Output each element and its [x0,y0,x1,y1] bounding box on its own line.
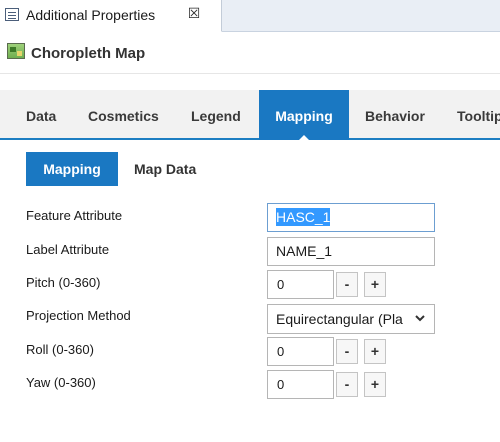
feature-attribute-input[interactable]: HASC_1 [267,203,435,232]
tab-legend[interactable]: Legend [191,90,241,140]
tab-cosmetics[interactable]: Cosmetics [88,90,159,140]
roll-input[interactable]: 0 [267,337,334,366]
subtab-map-data[interactable]: Map Data [134,152,196,186]
pitch-label: Pitch (0-360) [26,275,101,290]
projection-method-label: Projection Method [26,308,131,323]
label-attribute-value: NAME_1 [276,243,333,259]
editor-header: Choropleth Map [0,32,500,74]
roll-decrement-button[interactable]: - [336,339,358,364]
yaw-value: 0 [277,377,285,392]
pitch-decrement-button[interactable]: - [336,272,358,297]
feature-attribute-value: HASC_1 [276,208,331,226]
yaw-decrement-button[interactable]: - [336,372,358,397]
label-attribute-input[interactable]: NAME_1 [267,237,435,266]
editor-title: Choropleth Map [31,45,146,62]
properties-icon [5,8,19,21]
pitch-increment-button[interactable]: + [364,272,386,297]
view-tab-strip: Additional Properties ☒ [0,0,500,32]
tab-tooltip[interactable]: Tooltip [457,90,500,140]
roll-value: 0 [277,344,285,359]
roll-label: Roll (0-360) [26,342,94,357]
yaw-increment-button[interactable]: + [364,372,386,397]
projection-method-select[interactable]: Equirectangular (Pla [267,304,435,334]
chevron-down-icon [415,315,425,322]
tab-mapping[interactable]: Mapping [259,90,349,142]
label-attribute-label: Label Attribute [26,242,110,257]
subtab-mapping[interactable]: Mapping [26,152,118,186]
feature-attribute-label: Feature Attribute [26,208,123,223]
tab-behavior[interactable]: Behavior [365,90,425,140]
pitch-input[interactable]: 0 [267,270,334,299]
yaw-label: Yaw (0-360) [26,375,96,390]
map-icon [7,43,25,59]
yaw-input[interactable]: 0 [267,370,334,399]
roll-increment-button[interactable]: + [364,339,386,364]
projection-method-value: Equirectangular (Pla [276,311,403,327]
tab-data[interactable]: Data [26,90,56,140]
view-tab-title: Additional Properties [26,7,156,23]
property-tabs: Data Cosmetics Legend Mapping Behavior T… [0,90,500,142]
additional-properties-tab[interactable]: Additional Properties ☒ [0,0,222,32]
pitch-value: 0 [277,277,285,292]
close-icon[interactable]: ☒ [187,5,201,21]
